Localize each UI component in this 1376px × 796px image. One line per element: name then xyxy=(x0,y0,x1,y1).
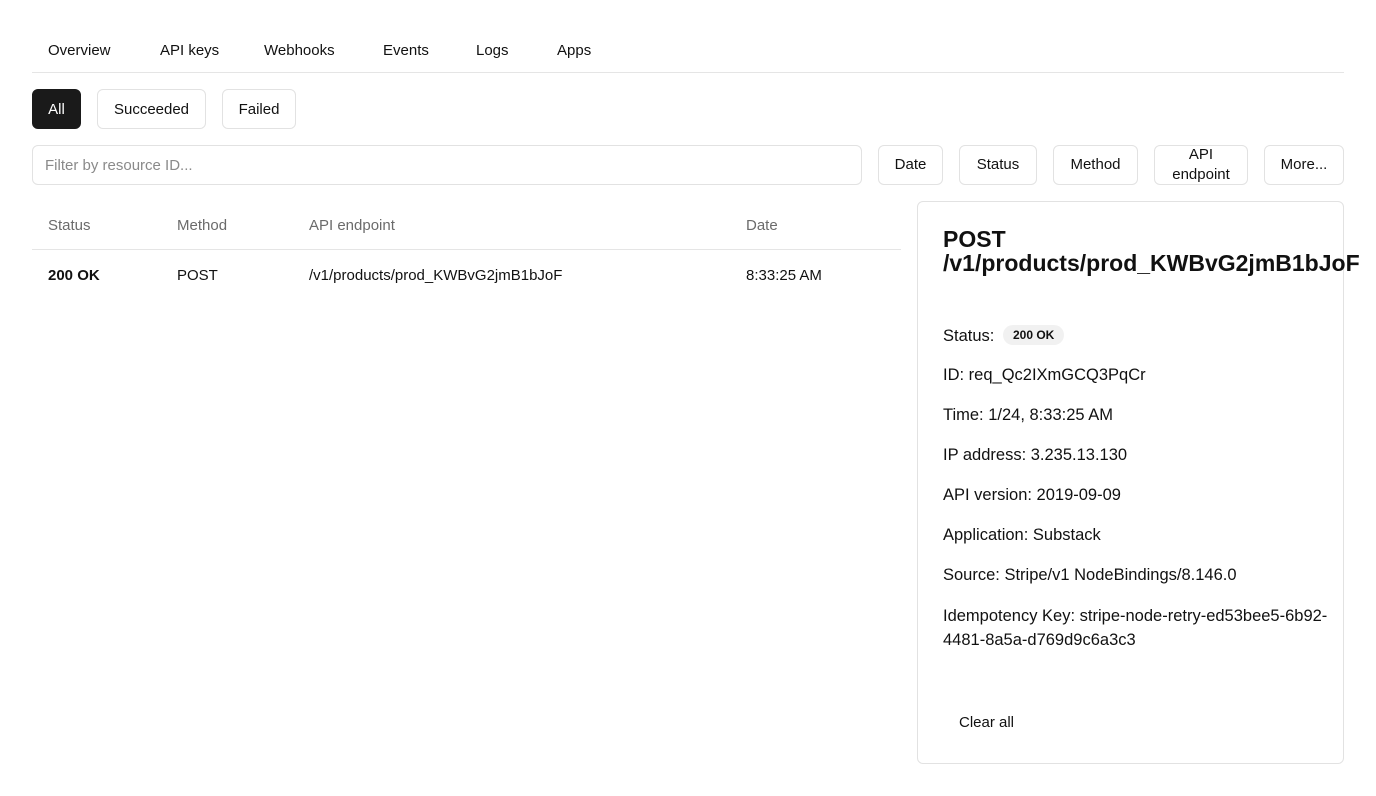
detail-ip-address: IP address: 3.235.13.130 xyxy=(943,446,1128,464)
row-status: 200 OK xyxy=(48,267,100,284)
detail-status-label: Status: xyxy=(943,327,995,345)
more-filters-button[interactable]: More... xyxy=(1264,145,1344,185)
tab-api-keys[interactable]: API keys xyxy=(160,42,219,59)
row-method: POST xyxy=(177,267,218,284)
detail-status: Status: 200 OK xyxy=(943,325,1065,346)
detail-application: Application: Substack xyxy=(943,526,1101,544)
filter-succeeded-button[interactable]: Succeeded xyxy=(97,89,206,129)
status-badge: 200 OK xyxy=(1002,325,1065,345)
clear-all-button[interactable]: Clear all xyxy=(943,707,1031,737)
log-detail-panel: POST /v1/products/prod_KWBvG2jmB1bJoF St… xyxy=(917,201,1360,764)
resource-id-filter-input[interactable] xyxy=(32,145,862,185)
row-endpoint: /v1/products/prod_KWBvG2jmB1bJoF xyxy=(309,267,563,284)
detail-title-path: /v1/products/prod_KWBvG2jmB1bJoF xyxy=(943,250,1360,276)
detail-title: POST /v1/products/prod_KWBvG2jmB1bJoF xyxy=(943,227,1360,275)
status-filter-button[interactable]: Status xyxy=(959,145,1037,185)
detail-id: ID: req_Qc2IXmGCQ3PqCr xyxy=(943,366,1146,384)
detail-idempotency-key: Idempotency Key: stripe-node-retry-ed53b… xyxy=(943,607,1328,649)
row-date: 8:33:25 AM xyxy=(746,267,822,284)
logs-table: Status Method API endpoint Date 200 OK P… xyxy=(32,203,901,302)
detail-title-method: POST xyxy=(943,226,1006,252)
column-header-method: Method xyxy=(177,217,228,234)
detail-source: Source: Stripe/v1 NodeBindings/8.146.0 xyxy=(943,566,1237,584)
tab-events[interactable]: Events xyxy=(383,42,429,59)
tab-webhooks[interactable]: Webhooks xyxy=(264,42,335,59)
table-row[interactable]: 200 OK POST /v1/products/prod_KWBvG2jmB1… xyxy=(32,250,901,302)
detail-api-version: API version: 2019-09-09 xyxy=(943,486,1121,504)
method-filter-button[interactable]: Method xyxy=(1053,145,1138,185)
filter-all-button[interactable]: All xyxy=(32,89,81,129)
api-endpoint-filter-button[interactable]: API endpoint xyxy=(1154,145,1248,185)
column-header-status: Status xyxy=(48,217,91,234)
tab-overview[interactable]: Overview xyxy=(48,42,111,59)
column-header-date: Date xyxy=(746,217,778,234)
filter-failed-button[interactable]: Failed xyxy=(222,89,296,129)
table-header: Status Method API endpoint Date xyxy=(32,203,901,250)
tab-logs[interactable]: Logs xyxy=(476,42,509,59)
top-nav: Overview API keys Webhooks Events Logs A… xyxy=(32,36,1344,73)
tab-apps[interactable]: Apps xyxy=(557,42,591,59)
detail-time: Time: 1/24, 8:33:25 AM xyxy=(943,406,1113,424)
column-header-api-endpoint: API endpoint xyxy=(309,217,395,234)
date-filter-button[interactable]: Date xyxy=(878,145,943,185)
